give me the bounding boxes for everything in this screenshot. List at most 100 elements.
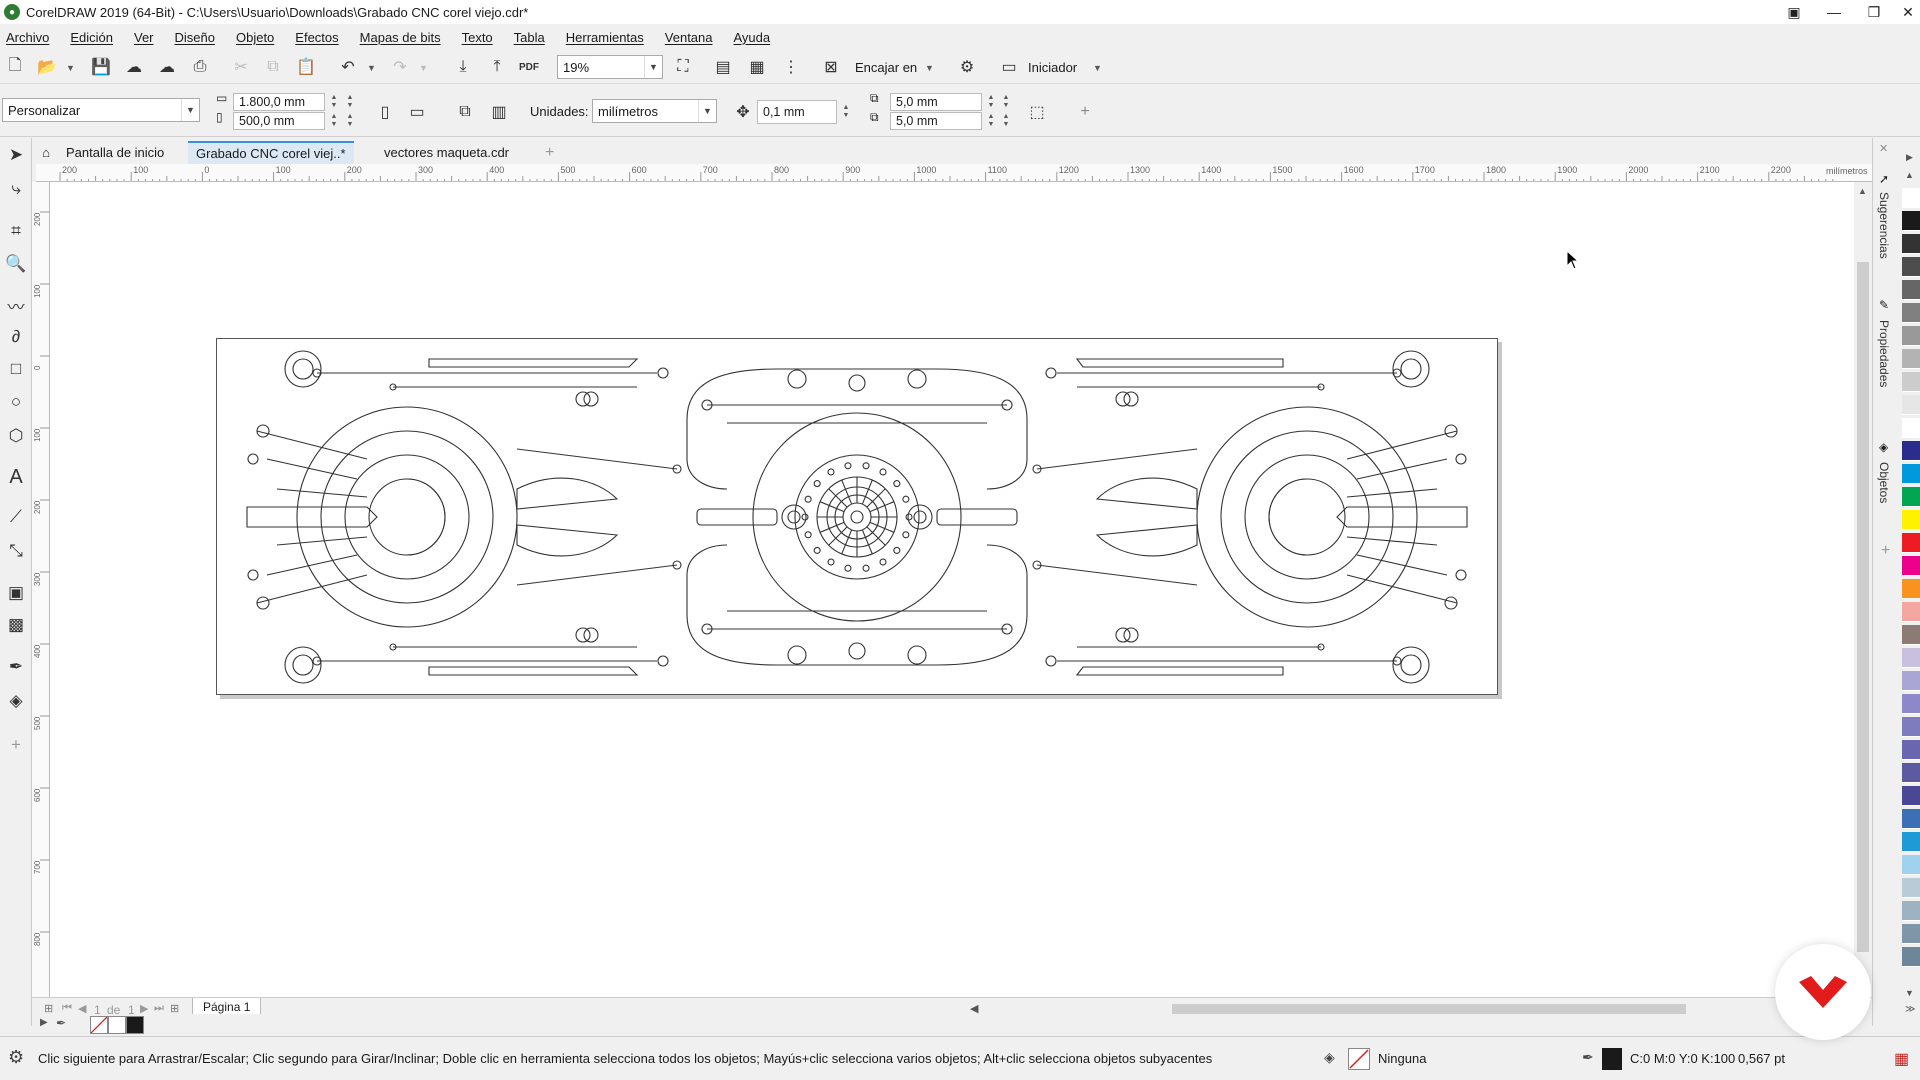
palette-swatch[interactable] bbox=[1902, 533, 1920, 553]
parallel-dimension-tool-icon[interactable]: ⟋ bbox=[3, 504, 29, 530]
menu-tabla[interactable]: Tabla bbox=[514, 30, 545, 45]
palette-swatch[interactable] bbox=[1902, 809, 1920, 829]
portrait-icon[interactable]: ▯ bbox=[372, 99, 398, 125]
full-screen-icon[interactable]: ⛶ bbox=[670, 54, 696, 80]
zoom-tool-icon[interactable]: 🔍 bbox=[3, 251, 29, 277]
all-pages-icon[interactable]: ⧉ bbox=[452, 99, 478, 125]
new-document-icon[interactable]: 🗋 bbox=[2, 54, 28, 80]
nudge-distance-field[interactable]: 0,1 mm bbox=[757, 100, 837, 124]
fill-none-swatch[interactable] bbox=[1348, 1048, 1370, 1070]
duplicate-distance-y-field[interactable]: 5,0 mm bbox=[890, 112, 982, 130]
duplicate-x-stepper[interactable]: ▲ ▼ bbox=[984, 93, 998, 111]
palette-swatch[interactable] bbox=[1902, 257, 1920, 277]
copy-icon[interactable]: ⧉ bbox=[260, 54, 286, 80]
palette-scroll-down-icon[interactable]: ▼ bbox=[1905, 988, 1914, 998]
menu-objeto[interactable]: Objeto bbox=[236, 30, 274, 45]
hints-icon[interactable]: ➚ bbox=[1879, 172, 1889, 186]
chevron-down-icon[interactable]: ▼ bbox=[698, 100, 716, 122]
palette-scroll-right-icon[interactable]: ▶ bbox=[1906, 152, 1913, 163]
menu-ver[interactable]: Ver bbox=[134, 30, 154, 45]
menu-herramientas[interactable]: Herramientas bbox=[566, 30, 644, 45]
palette-swatch[interactable] bbox=[1902, 303, 1920, 323]
import-icon[interactable]: ⤓ bbox=[450, 54, 476, 80]
palette-swatch[interactable] bbox=[1902, 556, 1920, 576]
menu-texto[interactable]: Texto bbox=[462, 30, 493, 45]
tab-pantalla-de-inicio[interactable]: Pantalla de inicio bbox=[58, 141, 172, 164]
vertical-ruler[interactable]: 20010001002003004005006007008009001000 bbox=[32, 182, 50, 1080]
interactive-fill-tool-icon[interactable]: ◈ bbox=[3, 688, 29, 714]
undo-dropdown-icon[interactable]: ▼ bbox=[367, 63, 376, 73]
cut-icon[interactable]: ✂ bbox=[228, 54, 254, 80]
palette-scroll-up-icon[interactable]: ▲ bbox=[1905, 170, 1914, 180]
crop-tool-icon[interactable]: ⌗ bbox=[3, 218, 29, 244]
menu-ayuda[interactable]: Ayuda bbox=[734, 30, 771, 45]
scroll-up-icon[interactable]: ▲ bbox=[1858, 186, 1867, 196]
snap-to-label[interactable]: Encajar en bbox=[855, 60, 917, 75]
palette-swatch[interactable] bbox=[1902, 786, 1920, 806]
docker-tab-propiedades[interactable]: Propiedades bbox=[1877, 320, 1891, 387]
tab-vectores-maqueta[interactable]: vectores maqueta.cdr bbox=[376, 141, 517, 164]
nudge-distance-stepper[interactable]: ▲ ▼ bbox=[839, 103, 853, 121]
options-gear-icon[interactable]: ⚙ bbox=[954, 54, 980, 80]
page-size-preset-combo[interactable]: Personalizar ▼ bbox=[2, 98, 200, 122]
page-width-field[interactable]: 1.800,0 mm bbox=[233, 93, 325, 111]
menu-archivo[interactable]: Archivo bbox=[6, 30, 49, 45]
cloud-upload-icon[interactable]: ☁ bbox=[121, 54, 147, 80]
units-combo[interactable]: milímetros ▼ bbox=[592, 99, 717, 123]
palette-swatch[interactable] bbox=[1902, 280, 1920, 300]
duplicate-x-spin-icon[interactable]: ▲ ▼ bbox=[999, 93, 1013, 111]
cloud-share-icon[interactable]: ☁ bbox=[154, 54, 180, 80]
tab-grabado-cnc[interactable]: Grabado CNC corel viej..* bbox=[188, 141, 354, 164]
drawing-canvas[interactable] bbox=[50, 182, 1854, 997]
add-docker-plus-icon[interactable]: + bbox=[1881, 542, 1890, 560]
palette-swatch[interactable] bbox=[1902, 372, 1920, 392]
text-tool-icon[interactable]: A bbox=[3, 464, 29, 490]
palette-swatch[interactable] bbox=[1902, 510, 1920, 530]
duplicate-y-stepper[interactable]: ▲ ▼ bbox=[984, 112, 998, 130]
status-settings-gear-icon[interactable]: ⚙ bbox=[8, 1047, 24, 1068]
polygon-tool-icon[interactable]: ⬡ bbox=[3, 423, 29, 449]
connector-tool-icon[interactable]: ⤡ bbox=[3, 538, 29, 564]
snap-to-icon[interactable]: ⊠ bbox=[818, 54, 844, 80]
palette-swatch[interactable] bbox=[1902, 234, 1920, 254]
palette-swatch[interactable] bbox=[1902, 418, 1920, 438]
show-guides-icon[interactable]: ⋮ bbox=[778, 54, 804, 80]
launcher-label[interactable]: Iniciador bbox=[1028, 60, 1077, 75]
artistic-media-tool-icon[interactable]: ∂ bbox=[3, 324, 29, 350]
print-icon[interactable]: ⎙ bbox=[187, 54, 213, 80]
palette-swatch[interactable] bbox=[1902, 694, 1920, 714]
ellipse-tool-icon[interactable]: ○ bbox=[3, 389, 29, 415]
docker-tab-objetos[interactable]: Objetos bbox=[1877, 462, 1891, 503]
menu-ventana[interactable]: Ventana bbox=[665, 30, 713, 45]
palette-swatch[interactable] bbox=[1902, 648, 1920, 668]
minimize-button[interactable]: — bbox=[1814, 0, 1854, 24]
vertical-scrollbar-thumb[interactable] bbox=[1857, 262, 1869, 952]
page-width-stepper[interactable]: ▲ ▼ bbox=[327, 93, 341, 111]
menu-efectos[interactable]: Efectos bbox=[295, 30, 338, 45]
eyedropper-tool-icon[interactable]: ✒ bbox=[3, 654, 29, 680]
document-palette-eyedropper-icon[interactable]: ✒ bbox=[56, 1016, 66, 1030]
pick-tool-icon[interactable]: ➤ bbox=[3, 142, 29, 168]
palette-swatch[interactable] bbox=[1902, 832, 1920, 852]
quick-customize-plus-icon[interactable]: + bbox=[3, 732, 29, 758]
vertical-scrollbar[interactable]: ▲ bbox=[1854, 182, 1872, 997]
page-width-spin-icon[interactable]: ▲ ▼ bbox=[343, 93, 357, 111]
transparency-tool-icon[interactable]: ▩ bbox=[3, 612, 29, 638]
palette-swatch[interactable] bbox=[1902, 763, 1920, 783]
undo-icon[interactable]: ↶ bbox=[335, 54, 361, 80]
palette-swatch[interactable] bbox=[1902, 326, 1920, 346]
palette-swatch[interactable] bbox=[1902, 395, 1920, 415]
show-rulers-icon[interactable]: ▤ bbox=[710, 54, 736, 80]
objects-layers-icon[interactable]: ◈ bbox=[1879, 440, 1888, 454]
palette-expand-icon[interactable]: ≫ bbox=[1905, 1004, 1915, 1015]
palette-swatch[interactable] bbox=[1902, 625, 1920, 645]
open-icon[interactable]: 📂 bbox=[34, 54, 60, 80]
page-height-spin-icon[interactable]: ▲ ▼ bbox=[343, 112, 357, 130]
menu-diseno[interactable]: Diseño bbox=[175, 30, 215, 45]
bleed-edges-icon[interactable]: ⬚ bbox=[1024, 99, 1050, 125]
new-tab-plus-icon[interactable]: + bbox=[537, 141, 562, 164]
paste-icon[interactable]: 📋 bbox=[293, 54, 319, 80]
palette-swatch[interactable] bbox=[1902, 901, 1920, 921]
drop-shadow-tool-icon[interactable]: ▣ bbox=[3, 580, 29, 606]
home-icon[interactable]: ⌂ bbox=[32, 141, 60, 164]
